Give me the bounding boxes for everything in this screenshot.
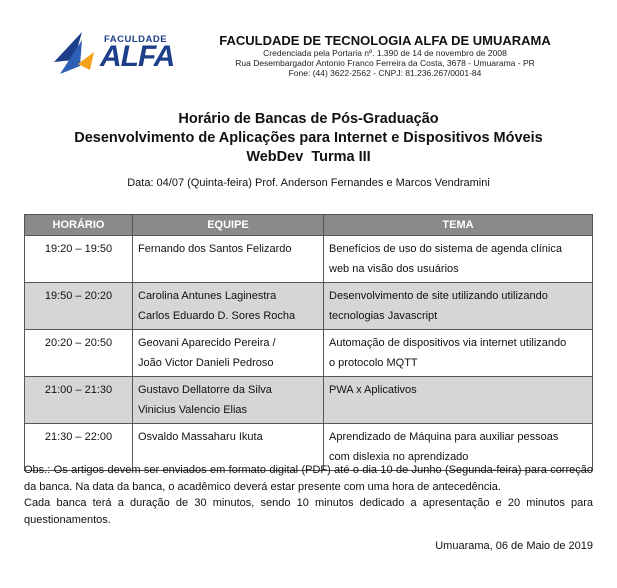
tema-line: tecnologias Javascript <box>329 310 438 322</box>
logo-mark-icon <box>54 32 94 74</box>
row-time: 20:20 – 20:50 <box>24 329 133 377</box>
header-equipe: EQUIPE <box>132 214 324 236</box>
schedule-table: HORÁRIO EQUIPE TEMA 19:20 – 19:50 Fernan… <box>24 214 593 471</box>
table-row: 19:50 – 20:20 Carolina Antunes Laginestr… <box>24 282 593 330</box>
table-row: 20:20 – 20:50 Geovani Aparecido Pereira … <box>24 329 593 377</box>
title-line-1: Horário de Bancas de Pós-Graduação <box>178 111 439 127</box>
header-tema: TEMA <box>323 214 593 236</box>
row-time: 21:00 – 21:30 <box>24 376 133 424</box>
team-member: Gustavo Dellatorre da Silva <box>138 384 272 396</box>
team-member: João Victor Danieli Pedroso <box>138 357 274 369</box>
tema-line: Benefícios de uso do sistema de agenda c… <box>329 243 562 255</box>
letterhead: FACULDADE ALFA FACULDADE DE TECNOLOGIA A… <box>0 0 617 96</box>
observation-paragraph: Obs.: Os artigos devem ser enviados em f… <box>24 464 593 493</box>
team-member: Osvaldo Massaharu Ikuta <box>138 431 263 443</box>
tema-line: Desenvolvimento de site utilizando utili… <box>329 290 548 302</box>
table-row: 19:20 – 19:50 Fernando dos Santos Feliza… <box>24 235 593 283</box>
date-line: Data: 04/07 (Quinta-feira) Prof. Anderso… <box>127 177 490 189</box>
observation-paragraph: Cada banca terá a duração de 30 minutos,… <box>24 497 593 526</box>
table-row: 21:00 – 21:30 Gustavo Dellatorre da Silv… <box>24 376 593 424</box>
row-team: Fernando dos Santos Felizardo <box>132 235 324 283</box>
institution-address: Rua Desembargador Antonio Franco Ferreir… <box>235 58 535 68</box>
title-line-2: Desenvolvimento de Aplicações para Inter… <box>74 130 543 146</box>
row-time: 19:50 – 20:20 <box>24 282 133 330</box>
institution-accreditation: Credenciada pela Portaria nº. 1.390 de 1… <box>263 48 507 58</box>
title-line-3: WebDev Turma III <box>246 149 371 165</box>
row-tema: Benefícios de uso do sistema de agenda c… <box>323 235 593 283</box>
logo-main-text: ALFA <box>100 40 175 73</box>
faculdade-alfa-logo: FACULDADE ALFA <box>52 30 182 82</box>
row-tema: Desenvolvimento de site utilizando utili… <box>323 282 593 330</box>
row-team: Geovani Aparecido Pereira / João Victor D… <box>132 329 324 377</box>
row-tema: PWA x Aplicativos <box>323 376 593 424</box>
institution-name: FACULDADE DE TECNOLOGIA ALFA DE UMUARAMA <box>219 33 551 48</box>
document-title: Horário de Bancas de Pós-Graduação Desen… <box>0 110 617 167</box>
institution-block: FACULDADE DE TECNOLOGIA ALFA DE UMUARAMA… <box>205 33 565 78</box>
row-time: 19:20 – 19:50 <box>24 235 133 283</box>
team-member: Carlos Eduardo D. Sores Rocha <box>138 310 296 322</box>
institution-contact: Fone: (44) 3622-2562 - CNPJ: 81.236.267/… <box>288 68 482 78</box>
row-tema: Automação de dispositivos via internet u… <box>323 329 593 377</box>
team-member: Vinicius Valencio Elias <box>138 404 248 416</box>
tema-line: Aprendizado de Máquina para auxiliar pes… <box>329 431 559 443</box>
table-header-row: HORÁRIO EQUIPE TEMA <box>24 214 593 236</box>
header-horario: HORÁRIO <box>24 214 133 236</box>
row-team: Carolina Antunes Laginestra Carlos Eduard… <box>132 282 324 330</box>
team-member: Geovani Aparecido Pereira / <box>138 337 276 349</box>
tema-line: Automação de dispositivos via internet u… <box>329 337 567 349</box>
row-team: Gustavo Dellatorre da Silva Vinicius Vale… <box>132 376 324 424</box>
tema-line: web na visão dos usuários <box>329 263 459 275</box>
team-member: Carolina Antunes Laginestra <box>138 290 277 302</box>
tema-line: o protocolo MQTT <box>329 357 418 369</box>
observations: Obs.: Os artigos devem ser enviados em f… <box>24 462 593 528</box>
tema-line: PWA x Aplicativos <box>329 384 417 396</box>
team-member: Fernando dos Santos Felizardo <box>138 243 292 255</box>
signature-date: Umuarama, 06 de Maio de 2019 <box>435 540 593 552</box>
